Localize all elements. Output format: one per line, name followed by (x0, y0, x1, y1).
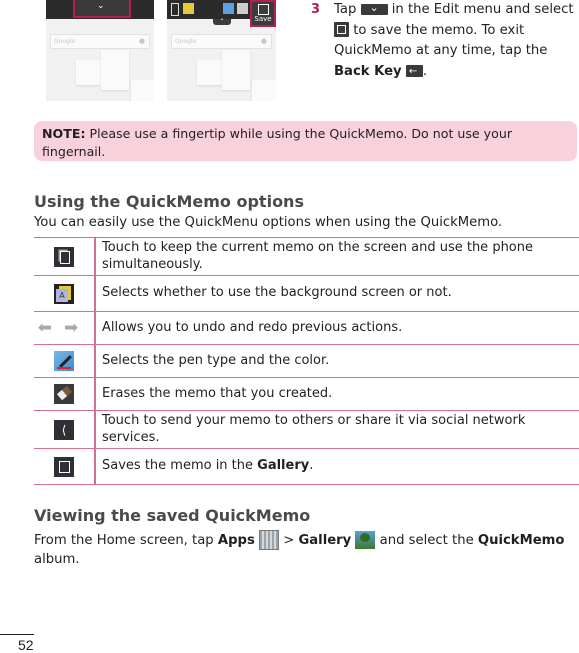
table-row: Erases the memo that you created. (34, 377, 579, 411)
google-search-bar: Google ● (171, 34, 272, 49)
section-viewing-text: From the Home screen, tap Apps > Gallery… (34, 530, 579, 569)
wallpaper-block (131, 80, 154, 101)
eraser-icon (54, 384, 74, 404)
page-number: 52 (18, 637, 34, 653)
table-row: ⬅➡ Allows you to undo and redo previous … (34, 311, 579, 345)
options-table: Touch to keep the current memo on the sc… (34, 237, 579, 485)
screenshot-quickmemo-toolbar: ⌃ Save Google ● (167, 0, 276, 101)
table-row: Selects the pen type and the color. (34, 344, 579, 378)
note-text: Please use a fingertip while using the Q… (42, 126, 512, 159)
section-intro: You can easily use the QuickMenu options… (34, 215, 503, 230)
wallpaper-block (222, 50, 250, 90)
save-icon (334, 22, 349, 37)
background-toggle-icon (54, 283, 74, 304)
save-button[interactable]: Save (250, 0, 276, 27)
back-key-label: Back Key (334, 63, 402, 79)
mic-icon: ● (260, 37, 267, 45)
footer-rule (0, 634, 34, 635)
table-row: Saves the memo in the Gallery. (34, 448, 579, 485)
apps-icon (259, 530, 280, 550)
wallpaper-block (101, 50, 129, 90)
save-icon (54, 456, 74, 477)
gallery-icon (355, 531, 376, 549)
step-number: 3 (311, 2, 321, 17)
keep-on-screen-icon (54, 246, 74, 267)
background-toggle-icon[interactable] (183, 3, 194, 14)
edit-menu-icon (360, 0, 388, 18)
share-icon: ⟨ (54, 419, 74, 440)
mic-icon: ● (138, 37, 145, 45)
note-label: NOTE: (42, 126, 86, 141)
chevron-up-icon[interactable]: ⌃ (213, 19, 231, 25)
pen-icon[interactable] (223, 3, 234, 14)
table-row: Selects whether to use the background sc… (34, 275, 579, 312)
section-title-options: Using the QuickMemo options (34, 192, 304, 211)
save-icon (257, 4, 269, 15)
eraser-icon[interactable] (237, 3, 248, 14)
table-row: Touch to keep the current memo on the sc… (34, 237, 579, 276)
wallpaper-block (252, 80, 276, 101)
table-row: ⟨ Touch to send your memo to others or s… (34, 410, 579, 449)
pen-icon (54, 351, 74, 371)
screenshot-edit-menu: ⌄ Google ● (46, 0, 154, 101)
chevron-down-icon: ⌄ (97, 1, 105, 11)
undo-redo-icon: ⬅➡ (37, 318, 91, 338)
google-search-bar: Google ● (50, 34, 150, 49)
edit-menu-pulldown[interactable]: ⌄ (73, 0, 131, 18)
step-text: Tap in the Edit menu and select to save … (334, 0, 574, 82)
keep-on-screen-icon[interactable] (171, 3, 179, 16)
back-key-icon (405, 62, 423, 82)
section-title-viewing: Viewing the saved QuickMemo (34, 506, 311, 525)
note-box: NOTE: Please use a fingertip while using… (34, 121, 577, 161)
